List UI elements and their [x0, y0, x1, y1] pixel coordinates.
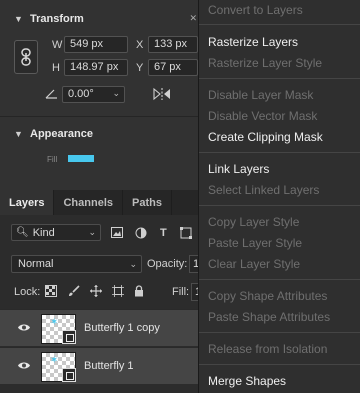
fill-color-swatch[interactable]	[68, 155, 94, 162]
fill-label: Fill	[47, 155, 58, 164]
shape-layer-filter-icon[interactable]	[180, 227, 192, 239]
menu-item-select-linked-layers: Select Linked Layers	[208, 183, 320, 197]
angle-icon	[45, 89, 57, 99]
layers-panel: Layers Channels Paths 🔍︎ Kind ⌄ T Normal…	[0, 190, 209, 393]
menu-item-clear-layer-style: Clear Layer Style	[208, 257, 301, 271]
layers-panel-tabs: Layers Channels Paths	[0, 190, 205, 215]
menu-item-link-layers[interactable]: Link Layers	[208, 162, 269, 176]
shape-layer-badge-icon	[62, 330, 76, 344]
menu-separator	[199, 78, 360, 79]
blend-mode-select[interactable]: Normal ⌄	[11, 255, 142, 273]
lock-label: Lock:	[14, 286, 41, 298]
y-label: Y	[136, 62, 144, 74]
layer-name[interactable]: Butterfly 1	[84, 360, 134, 372]
menu-item-create-clipping-mask[interactable]: Create Clipping Mask	[208, 130, 323, 144]
eye-icon[interactable]	[17, 361, 31, 370]
chevron-down-icon: ▼	[14, 14, 23, 24]
height-field[interactable]: 148.97 px	[64, 59, 128, 76]
chevron-down-icon: ⌄	[129, 258, 137, 269]
chevron-down-icon: ▼	[14, 129, 23, 139]
menu-item-paste-layer-style: Paste Layer Style	[208, 236, 303, 250]
x-field[interactable]: 133 px	[148, 36, 198, 53]
transform-title: Transform	[30, 13, 84, 25]
move-icon[interactable]	[90, 285, 102, 297]
tab-layers[interactable]: Layers	[0, 190, 55, 215]
shape-layer-badge-icon	[62, 368, 76, 382]
menu-item-paste-shape-attributes: Paste Shape Attributes	[208, 310, 331, 324]
angle-value: 0.00°	[68, 88, 94, 100]
menu-item-convert-to-layers: Convert to Layers	[208, 3, 303, 17]
layer-filter-row: 🔍︎ Kind ⌄ T	[0, 220, 205, 242]
tab-paths[interactable]: Paths	[123, 190, 172, 215]
menu-item-copy-layer-style: Copy Layer Style	[208, 215, 300, 229]
opacity-label: Opacity:	[147, 258, 188, 270]
menu-item-merge-shapes[interactable]: Merge Shapes	[208, 374, 286, 388]
layer-row[interactable]: ✶ Butterfly 1	[0, 347, 205, 384]
appearance-title: Appearance	[30, 128, 93, 140]
menu-separator	[199, 279, 360, 280]
x-label: X	[136, 39, 144, 51]
chevron-down-icon: ⌄	[112, 88, 120, 98]
menu-item-copy-shape-attributes: Copy Shape Attributes	[208, 289, 328, 303]
pixel-layer-filter-icon[interactable]	[111, 227, 123, 238]
search-icon: 🔍︎	[16, 227, 29, 238]
tab-channels[interactable]: Channels	[54, 190, 123, 215]
layer-context-menu: Convert to Layers Rasterize Layers Raste…	[198, 0, 360, 393]
butterfly-icon: ✶	[50, 317, 59, 328]
link-icon	[21, 48, 31, 66]
filter-kind-select[interactable]: 🔍︎ Kind ⌄	[11, 224, 101, 241]
layer-name[interactable]: Butterfly 1 copy	[84, 322, 160, 334]
angle-field[interactable]: 0.00° ⌄	[62, 86, 125, 103]
brush-icon[interactable]	[68, 285, 80, 297]
adjustment-layer-filter-icon[interactable]	[135, 227, 147, 239]
y-field[interactable]: 67 px	[148, 59, 198, 76]
menu-item-release-from-isolation: Release from Isolation	[208, 342, 328, 356]
blend-row: Normal ⌄ Opacity: 1	[0, 254, 209, 274]
filter-kind-value: Kind	[32, 226, 55, 239]
eye-icon[interactable]	[17, 323, 31, 332]
menu-item-rasterize-layers[interactable]: Rasterize Layers	[208, 35, 298, 49]
close-icon[interactable]: ✕	[189, 13, 197, 24]
menu-separator	[199, 152, 360, 153]
layer-fill-label: Fill:	[172, 286, 190, 298]
width-label: W	[52, 39, 63, 51]
menu-separator	[199, 364, 360, 365]
menu-item-disable-layer-mask: Disable Layer Mask	[208, 88, 314, 102]
menu-separator	[199, 205, 360, 206]
menu-separator	[199, 332, 360, 333]
blend-mode-value: Normal	[18, 258, 54, 270]
type-layer-filter-icon[interactable]: T	[160, 227, 167, 239]
width-field[interactable]: 549 px	[64, 36, 128, 53]
layer-thumbnail: ✶	[41, 314, 76, 344]
menu-separator	[199, 24, 360, 25]
chevron-down-icon: ⌄	[88, 227, 96, 237]
menu-item-disable-vector-mask: Disable Vector Mask	[208, 109, 318, 123]
layer-row[interactable]: ✶ Butterfly 1 copy	[0, 309, 205, 346]
lock-row: Lock: Fill: 1	[0, 282, 209, 302]
menu-item-rasterize-layer-style: Rasterize Layer Style	[208, 56, 323, 70]
section-divider	[0, 116, 205, 117]
appearance-section-header[interactable]: ▼ Appearance	[0, 123, 205, 145]
properties-panel: ▼ Transform ✕ W 549 px X 133 px H 148.97…	[0, 0, 205, 190]
layer-thumbnail: ✶	[41, 352, 76, 382]
height-label: H	[52, 62, 60, 74]
link-dimensions-button[interactable]	[14, 40, 38, 74]
lock-transparent-pixels-icon[interactable]	[45, 285, 57, 297]
lock-icon[interactable]	[134, 285, 144, 297]
transform-section-header[interactable]: ▼ Transform	[0, 8, 205, 30]
flip-horizontal-icon[interactable]	[152, 87, 172, 101]
butterfly-icon: ✶	[50, 355, 59, 366]
artboard-icon[interactable]	[112, 285, 124, 297]
